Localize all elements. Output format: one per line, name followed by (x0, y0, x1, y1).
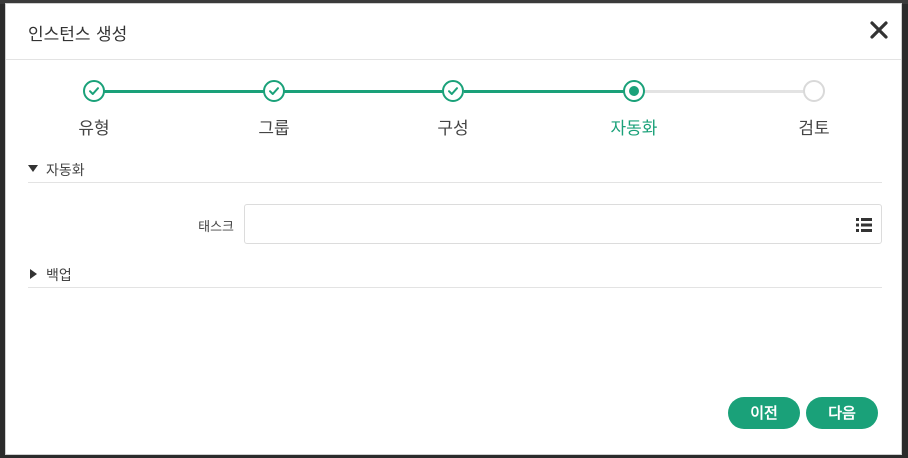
step-label-automation: 자동화 (610, 119, 658, 139)
dialog-title: 인스턴스 생성 (28, 25, 128, 45)
step-4-current-icon[interactable] (623, 80, 645, 102)
step-label-type: 유형 (78, 119, 110, 139)
create-instance-dialog: 인스턴스 생성 유형 그룹 구성 자동화 검토 자동화 태스크 백업 이전 다음 (5, 3, 902, 455)
list-icon[interactable] (856, 217, 872, 233)
caret-right-icon (30, 269, 37, 279)
next-button[interactable]: 다음 (806, 397, 878, 429)
caret-down-icon (28, 165, 38, 172)
automation-section-label: 자동화 (46, 163, 85, 179)
step-3-check-icon[interactable] (442, 80, 464, 102)
previous-button[interactable]: 이전 (728, 397, 800, 429)
dialog-header: 인스턴스 생성 (6, 4, 901, 60)
backup-section-label: 백업 (46, 268, 72, 284)
backup-section-header[interactable]: 백업 (28, 263, 882, 288)
close-icon[interactable] (867, 18, 891, 42)
automation-section-header[interactable]: 자동화 (28, 158, 882, 183)
step-label-review: 검토 (798, 119, 830, 139)
step-connector (284, 90, 444, 93)
step-connector (644, 90, 804, 93)
step-connector (104, 90, 264, 93)
step-label-config: 구성 (437, 119, 469, 139)
step-1-check-icon[interactable] (83, 80, 105, 102)
step-label-group: 그룹 (258, 119, 290, 139)
step-connector (464, 90, 624, 93)
step-2-check-icon[interactable] (263, 80, 285, 102)
task-input[interactable] (244, 204, 882, 244)
step-5-pending-icon[interactable] (803, 80, 825, 102)
task-field-label: 태스크 (198, 220, 234, 235)
wizard-stepper: 유형 그룹 구성 자동화 검토 (6, 76, 901, 146)
